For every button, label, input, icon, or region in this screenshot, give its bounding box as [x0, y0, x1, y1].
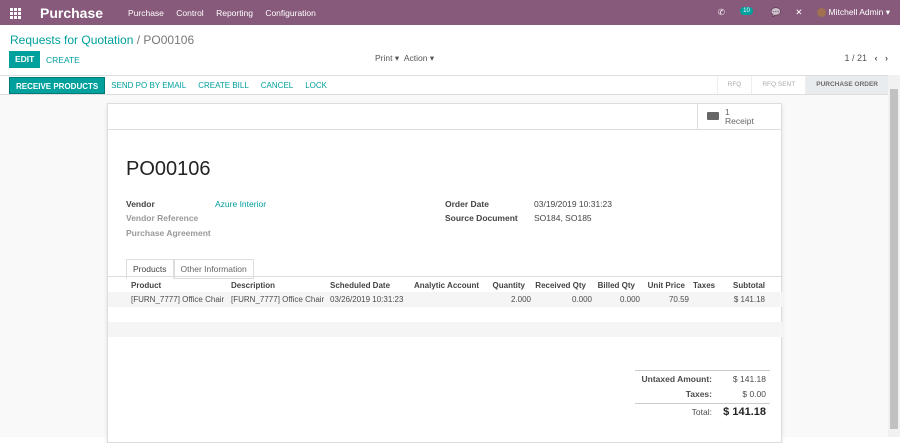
edit-button[interactable]: EDIT	[9, 51, 41, 68]
cell-description: [FURN_7777] Office Chair	[231, 295, 325, 304]
vendor-label: Vendor	[126, 199, 155, 209]
scrollbar-thumb[interactable]	[890, 89, 898, 429]
cell-unit-price: 70.59	[668, 295, 689, 304]
receipt-smart-button[interactable]: 1 Receipt	[697, 104, 781, 130]
cell-billed-qty: 0.000	[619, 295, 640, 304]
source-document-label: Source Document	[445, 213, 518, 223]
breadcrumb-parent[interactable]: Requests for Quotation	[10, 33, 133, 47]
step-rfq-sent[interactable]: RFQ SENT	[751, 76, 805, 94]
create-bill-button[interactable]: CREATE BILL	[192, 81, 255, 90]
order-lines-table: Product Description Scheduled Date Analy…	[108, 276, 783, 337]
lock-button[interactable]: LOCK	[299, 81, 333, 90]
apps-menu-icon[interactable]	[10, 7, 22, 19]
pager-value[interactable]: 1 / 21	[844, 53, 867, 63]
menu-configuration[interactable]: Configuration	[265, 8, 316, 18]
chat-icon[interactable]: 💬	[771, 7, 782, 18]
col-unit-price[interactable]: Unit Price	[648, 281, 685, 290]
step-rfq[interactable]: RFQ	[716, 76, 752, 94]
col-description[interactable]: Description	[231, 281, 275, 290]
table-row[interactable]: [FURN_7777] Office Chair [FURN_7777] Off…	[108, 292, 783, 307]
col-billed-qty[interactable]: Billed Qty	[598, 281, 635, 290]
total-value: $ 141.18	[723, 406, 766, 418]
form-sheet: 1 Receipt PO00106 Vendor Azure Interior …	[107, 103, 783, 443]
debug-tools-icon[interactable]: ✕	[795, 7, 802, 18]
breadcrumb-current: PO00106	[143, 33, 195, 47]
menu-control[interactable]: Control	[176, 8, 203, 18]
cell-quantity: 2.000	[510, 295, 531, 304]
top-navbar: Purchase Purchase Control Reporting Conf…	[0, 0, 900, 25]
print-dropdown[interactable]: Print ▾	[375, 53, 399, 63]
cell-product: [FURN_7777] Office Chair	[131, 295, 225, 304]
totals: Untaxed Amount: $ 141.18 Taxes: $ 0.00 Tot…	[635, 370, 770, 420]
taxes-label: Taxes:	[685, 389, 712, 399]
table-header: Product Description Scheduled Date Analy…	[108, 277, 783, 292]
col-received-qty[interactable]: Received Qty	[535, 281, 586, 290]
phone-icon[interactable]: ✆	[718, 7, 725, 18]
scrollbar[interactable]	[888, 75, 900, 437]
cell-received-qty: 0.000	[571, 295, 592, 304]
activity-badge: 10	[740, 6, 753, 15]
truck-icon	[707, 112, 719, 120]
source-document-value: SO184, SO185	[534, 213, 592, 223]
col-subtotal[interactable]: Subtotal	[733, 281, 765, 290]
untaxed-value: $ 141.18	[732, 374, 766, 384]
col-quantity[interactable]: Quantity	[493, 281, 525, 290]
pager-next-icon[interactable]: ›	[885, 53, 888, 63]
menu-reporting[interactable]: Reporting	[216, 8, 253, 18]
col-scheduled-date[interactable]: Scheduled Date	[330, 281, 390, 290]
step-purchase-order[interactable]: PURCHASE ORDER	[805, 76, 888, 94]
app-name: Purchase	[40, 4, 104, 21]
action-dropdown[interactable]: Action ▾	[404, 53, 434, 63]
pager-prev-icon[interactable]: ‹	[874, 53, 877, 63]
statusbar: RECEIVE PRODUCTS SEND PO BY EMAIL CREATE…	[0, 75, 888, 95]
vendor-reference-label: Vendor Reference	[126, 213, 199, 223]
send-po-email-button[interactable]: SEND PO BY EMAIL	[105, 81, 192, 90]
order-date-label: Order Date	[445, 199, 489, 209]
receive-products-button[interactable]: RECEIVE PRODUCTS	[9, 76, 106, 94]
order-date-value: 03/19/2019 10:31:23	[534, 199, 612, 209]
activity-icon[interactable]: ◔10	[739, 6, 757, 18]
col-analytic-account[interactable]: Analytic Account	[414, 281, 479, 290]
create-button[interactable]: CREATE	[46, 55, 80, 65]
taxes-value: $ 0.00	[742, 389, 766, 399]
user-menu[interactable]: Mitchell Admin ▾	[816, 7, 890, 18]
cell-scheduled-date: 03/26/2019 10:31:23	[330, 295, 404, 304]
vendor-link[interactable]: Azure Interior	[215, 199, 266, 209]
col-taxes[interactable]: Taxes	[693, 281, 715, 290]
cell-subtotal: $ 141.18	[733, 295, 765, 304]
untaxed-label: Untaxed Amount:	[641, 374, 712, 384]
po-title: PO00106	[126, 158, 211, 180]
total-label: Total:	[691, 407, 712, 417]
avatar	[816, 8, 826, 18]
menu-purchase[interactable]: Purchase	[128, 8, 164, 18]
breadcrumb: Requests for Quotation / PO00106	[10, 33, 195, 47]
cancel-button[interactable]: CANCEL	[255, 81, 299, 90]
receipt-label: Receipt	[725, 116, 754, 126]
col-product[interactable]: Product	[131, 281, 161, 290]
user-name: Mitchell Admin	[828, 7, 884, 17]
purchase-agreement-label: Purchase Agreement	[126, 228, 211, 238]
